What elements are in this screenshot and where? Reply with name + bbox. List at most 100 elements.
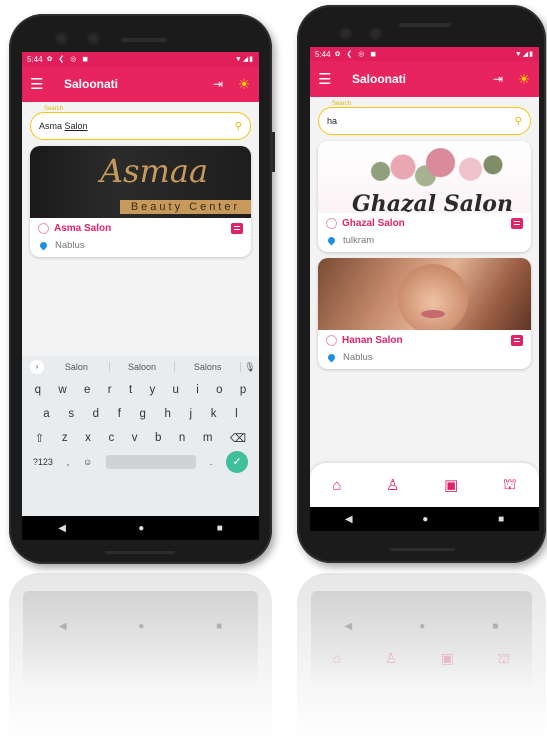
microphone-icon[interactable]: 🎙 — [241, 362, 259, 373]
avatar — [326, 335, 337, 346]
home-icon[interactable]: ⌂ — [332, 477, 341, 494]
home-nav-icon[interactable]: ● — [138, 523, 144, 534]
keyboard: q w e r t y u i o p a s d f g h j k l ⇧ … — [22, 378, 259, 516]
key[interactable]: v — [132, 432, 138, 444]
key[interactable]: d — [93, 408, 99, 420]
app-bar: ☰ Saloonati ⇥ ☀ — [310, 61, 539, 97]
salon-card[interactable]: Asmaa Beauty Center Asma Salon Nablus — [30, 146, 251, 257]
salon-card[interactable]: Ghazal Salon Ghazal Salon tulkram — [318, 141, 531, 252]
salon-location: Nablus — [343, 352, 373, 363]
logout-icon[interactable]: ⇥ — [493, 72, 503, 86]
back-icon[interactable]: ◀ — [345, 514, 353, 525]
shift-icon[interactable]: ⇧ — [35, 431, 45, 445]
key[interactable]: j — [190, 408, 193, 420]
app-bar: ☰ Saloonati ⇥ ☀ — [22, 66, 259, 102]
logout-icon[interactable]: ⇥ — [213, 77, 223, 91]
home-nav-icon: ● — [138, 621, 145, 632]
salon-logo-band: Beauty Center — [120, 200, 251, 214]
search-value: Asma Salon — [39, 121, 88, 131]
key[interactable]: w — [58, 384, 66, 396]
shop-icon[interactable]: ⛫ — [503, 476, 517, 495]
key[interactable]: q — [35, 384, 41, 396]
home-nav-icon[interactable]: ● — [422, 514, 428, 525]
key[interactable]: x — [85, 432, 91, 444]
key[interactable]: m — [203, 432, 213, 444]
key[interactable]: i — [196, 384, 199, 396]
period-key[interactable]: . — [210, 457, 213, 467]
back-icon: ◀ — [344, 621, 353, 632]
key[interactable]: r — [108, 384, 112, 396]
back-icon[interactable]: ◀ — [58, 523, 66, 534]
bookings-icon[interactable]: ▣ — [444, 476, 458, 494]
bottom-speaker — [105, 551, 175, 554]
side-button — [272, 132, 275, 172]
key[interactable]: n — [179, 432, 185, 444]
key[interactable]: e — [84, 384, 90, 396]
recents-icon[interactable]: ■ — [498, 514, 504, 525]
key[interactable]: h — [165, 408, 171, 420]
left-phone-frame: 5:44 ✿ ❮ ◎ ◼ ▼◢▮ ☰ Saloonati ⇥ ☀ Search … — [9, 14, 275, 564]
key[interactable]: s — [68, 408, 74, 420]
app-title: Saloonati — [64, 77, 119, 91]
theme-toggle-icon[interactable]: ☀ — [237, 77, 251, 91]
location-pin-icon — [38, 240, 49, 251]
key[interactable]: t — [129, 384, 132, 396]
key[interactable]: p — [240, 384, 246, 396]
salon-name[interactable]: Hanan Salon — [342, 335, 403, 346]
location-pin-icon — [326, 235, 337, 246]
key[interactable]: f — [118, 408, 121, 420]
profile-icon[interactable]: ♙ — [386, 476, 399, 494]
bottom-navigation: ⌂ ♙ ▣ ⛫ — [310, 463, 539, 507]
backspace-icon[interactable]: ⌫ — [230, 431, 246, 445]
profile-icon: ♙ — [384, 650, 398, 666]
key[interactable]: o — [216, 384, 222, 396]
reflection-nav: ◀ ● ■ — [311, 621, 532, 632]
search-value: ha — [327, 116, 338, 126]
key[interactable]: l — [235, 408, 238, 420]
key[interactable]: k — [211, 408, 217, 420]
chat-icon[interactable] — [511, 218, 523, 229]
chat-icon[interactable] — [231, 223, 243, 234]
suggestion[interactable]: Saloon — [110, 362, 176, 372]
right-phone-frame: 5:44 ✿ ❮ ◎ ◼ ▼◢▮ ☰ Saloonati ⇥ ☀ Search … — [297, 5, 546, 563]
suggestion[interactable]: Salon — [44, 362, 110, 372]
recents-icon[interactable]: ■ — [217, 523, 223, 534]
key[interactable]: c — [108, 432, 114, 444]
space-bar[interactable] — [105, 455, 196, 469]
theme-toggle-icon[interactable]: ☀ — [517, 72, 531, 86]
search-icon[interactable]: ⚲ — [235, 121, 242, 132]
menu-icon[interactable]: ☰ — [30, 75, 52, 93]
bottom-speaker — [389, 548, 455, 551]
key[interactable]: b — [155, 432, 161, 444]
enter-key[interactable]: ✓ — [226, 451, 249, 473]
emoji-icon[interactable]: ☺ — [83, 457, 92, 467]
comma-key[interactable]: , — [67, 457, 70, 467]
menu-icon[interactable]: ☰ — [318, 70, 340, 88]
salon-card[interactable]: Hanan Salon Nablus — [318, 258, 531, 369]
left-phone-reflection: ◀ ● ■ — [9, 573, 272, 742]
salon-logo-text: Ghazal Salon — [352, 191, 513, 213]
suggestion[interactable]: Salons — [175, 362, 242, 372]
chevron-right-icon[interactable]: › — [30, 360, 44, 374]
salon-image: Asmaa Beauty Center — [30, 146, 251, 218]
signal-battery-icon: ▼◢▮ — [234, 56, 254, 63]
key[interactable]: a — [43, 408, 49, 420]
salon-logo-text: Asmaa — [100, 152, 209, 190]
key[interactable]: g — [140, 408, 146, 420]
salon-name[interactable]: Ghazal Salon — [342, 218, 405, 229]
recents-icon: ■ — [216, 621, 223, 632]
chat-icon[interactable] — [511, 335, 523, 346]
search-input[interactable]: Asma Salon ⚲ — [30, 112, 251, 140]
search-icon[interactable]: ⚲ — [515, 116, 522, 127]
reflection-screen: ◀ ● ■ ⌂ ♙ ▣ ⛫ — [311, 591, 532, 691]
key[interactable]: u — [173, 384, 179, 396]
right-screen: 5:44 ✿ ❮ ◎ ◼ ▼◢▮ ☰ Saloonati ⇥ ☀ Search … — [310, 47, 539, 531]
status-bar: 5:44 ✿ ❮ ◎ ◼ ▼◢▮ — [310, 47, 539, 61]
key[interactable]: y — [149, 384, 155, 396]
salon-image: Ghazal Salon — [318, 141, 531, 213]
system-nav-bar: ◀ ● ■ — [310, 507, 539, 531]
salon-name[interactable]: Asma Salon — [54, 223, 111, 234]
search-input[interactable]: ha ⚲ — [318, 107, 531, 135]
symbols-key[interactable]: ?123 — [33, 457, 53, 467]
key[interactable]: z — [62, 432, 68, 444]
